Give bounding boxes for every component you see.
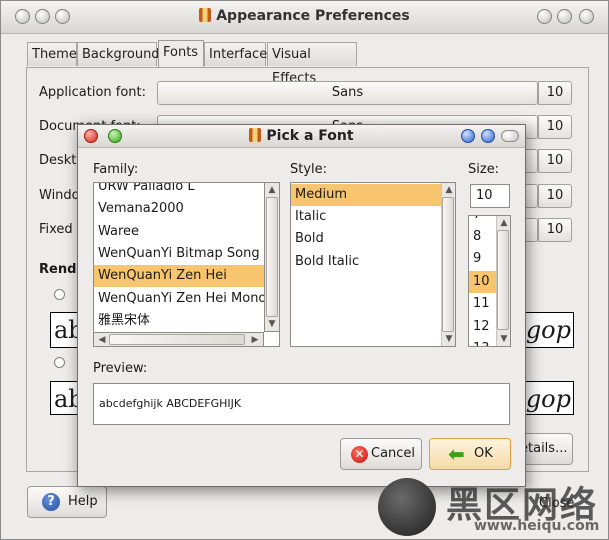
preview-field[interactable]: abcdefghijk ABCDEFGHIJK (93, 383, 510, 425)
size-label: Size: (468, 162, 500, 177)
family-list[interactable]: URW Palladio L Vemana2000 Waree WenQuanY… (93, 182, 280, 347)
preview-label: Preview: (93, 361, 148, 376)
main-titlebar[interactable]: Appearance Preferences (1, 1, 608, 34)
family-item[interactable]: WenQuanYi Zen Hei Mono (94, 288, 279, 310)
ok-arrow-icon: ⬅ (448, 442, 465, 466)
size-scroll-up-icon[interactable]: ▲ (497, 217, 510, 229)
help-button[interactable]: ? Help (27, 486, 107, 518)
cancel-button-label: Cancel (371, 446, 416, 461)
cancel-button[interactable]: ✕ Cancel (340, 438, 422, 470)
tab-interface[interactable]: Interface (204, 42, 267, 66)
size-list[interactable]: 7 8 9 10 11 12 13 ▲ ▼ (468, 215, 511, 347)
style-item[interactable]: Bold (291, 228, 455, 250)
family-label: Family: (93, 162, 139, 177)
window-title-font-size[interactable]: 10 (538, 184, 572, 208)
size-item[interactable]: 11 (469, 293, 496, 315)
family-item[interactable]: 雅黑宋体 (94, 310, 279, 332)
style-scroll-thumb[interactable] (442, 197, 454, 332)
size-item-selected[interactable]: 10 (469, 271, 496, 293)
font-app-icon (249, 128, 262, 142)
scroll-right-arrow-icon[interactable]: ▶ (248, 334, 262, 346)
dialog-titlebar[interactable]: Pick a Font (78, 125, 525, 148)
dialog-shade-icon[interactable] (461, 129, 475, 143)
scroll-left-arrow-icon[interactable]: ◀ (95, 334, 109, 346)
tab-theme[interactable]: Theme (27, 42, 77, 66)
size-item[interactable]: 12 (469, 316, 496, 338)
rendering-radio-monochrome[interactable] (54, 289, 65, 300)
family-vscrollbar[interactable]: ▲ ▼ (264, 182, 280, 332)
family-hscrollbar[interactable]: ◀ ▶ (93, 332, 264, 347)
family-item[interactable]: Waree (94, 221, 279, 243)
close-window-button[interactable] (579, 9, 594, 24)
family-item[interactable]: URW Palladio L (94, 183, 279, 198)
ok-button[interactable]: ⬅ OK (429, 438, 511, 470)
style-scroll-down-icon[interactable]: ▼ (442, 333, 455, 345)
help-icon: ? (42, 493, 60, 511)
size-item[interactable]: 8 (469, 226, 496, 248)
appearance-app-icon (199, 8, 212, 22)
watermark-url: www.heiqu.com (474, 518, 600, 534)
restore-button[interactable] (557, 9, 572, 24)
family-item-selected[interactable]: WenQuanYi Zen Hei (94, 265, 265, 287)
watermark-logo-icon (378, 478, 436, 536)
dialog-minimize-icon[interactable] (501, 130, 519, 142)
cancel-icon: ✕ (351, 446, 368, 463)
size-vscrollbar[interactable]: ▲ ▼ (496, 216, 510, 346)
style-vscrollbar[interactable]: ▲ ▼ (441, 183, 455, 346)
document-font-size[interactable]: 10 (538, 115, 572, 139)
family-scroll-thumb[interactable] (266, 197, 278, 317)
tab-fonts[interactable]: Fonts (158, 40, 204, 67)
style-label: Style: (290, 162, 328, 177)
size-input[interactable]: 10 (470, 184, 510, 208)
application-font-label: Application font: (39, 85, 147, 100)
family-item[interactable]: WenQuanYi Bitmap Song (94, 243, 279, 265)
desktop-font-size[interactable]: 10 (538, 149, 572, 173)
dialog-restore-icon[interactable] (481, 129, 495, 143)
scroll-up-arrow-icon[interactable]: ▲ (265, 184, 279, 196)
family-hscroll-thumb[interactable] (109, 334, 245, 345)
style-item[interactable]: Bold Italic (291, 251, 455, 273)
family-item[interactable]: Vemana2000 (94, 198, 279, 220)
size-item[interactable]: 7 (469, 216, 496, 226)
shade-button[interactable] (537, 9, 552, 24)
size-item[interactable]: 9 (469, 248, 496, 270)
ok-button-label: OK (474, 446, 493, 461)
style-list[interactable]: Medium Italic Bold Bold Italic ▲ ▼ (290, 182, 456, 347)
tab-background[interactable]: Background (77, 42, 160, 66)
scroll-down-arrow-icon[interactable]: ▼ (265, 318, 279, 330)
dialog-title: Pick a Font (266, 128, 354, 144)
help-button-label: Help (68, 494, 98, 509)
window-title: Appearance Preferences (216, 8, 410, 24)
style-scroll-up-icon[interactable]: ▲ (442, 184, 455, 196)
watermark: 黑区网络 www.heiqu.com (378, 474, 609, 540)
application-font-size[interactable]: 10 (538, 81, 572, 105)
tab-visual-effects[interactable]: Visual Effects (267, 42, 357, 86)
fixed-width-font-size[interactable]: 10 (538, 218, 572, 242)
style-item[interactable]: Italic (291, 206, 455, 228)
size-scroll-down-icon[interactable]: ▼ (497, 333, 510, 345)
pick-a-font-dialog: Pick a Font Family: Style: Size: URW Pal… (77, 124, 526, 487)
style-item-selected[interactable]: Medium (291, 184, 441, 206)
size-item[interactable]: 13 (469, 338, 496, 346)
size-scroll-thumb[interactable] (497, 230, 509, 330)
rendering-radio-best-shapes[interactable] (54, 357, 65, 368)
application-font-button[interactable]: Sans (157, 81, 538, 105)
